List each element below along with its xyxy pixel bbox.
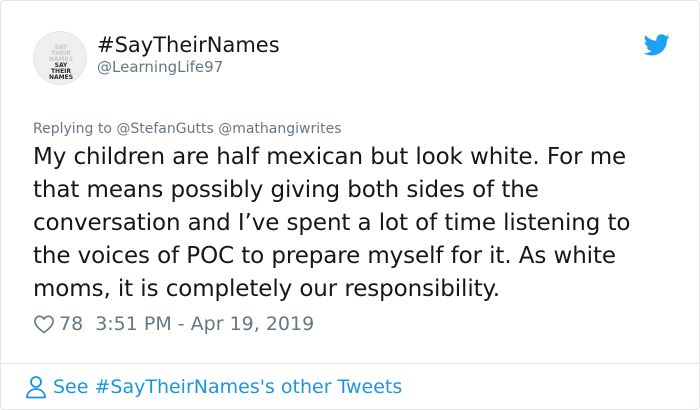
avatar[interactable]: SAY THEIR NAMES SAY THEIR NAMES (33, 31, 87, 85)
replying-prefix: Replying to (33, 121, 112, 137)
like-count[interactable]: 78 (59, 313, 83, 335)
mention-link[interactable]: @StefanGutts (116, 121, 213, 137)
person-icon (26, 376, 46, 399)
timestamp-link[interactable]: 3:51 PM - Apr 19, 2019 (95, 313, 314, 335)
embedded-tweet-card: SAY THEIR NAMES SAY THEIR NAMES #SayThei… (0, 0, 700, 410)
tweet-text: My children are half mexican but look wh… (33, 144, 631, 302)
divider (1, 363, 700, 364)
replying-to: Replying to @StefanGutts @mathangiwrites (33, 119, 342, 139)
display-name[interactable]: #SayTheirNames (97, 31, 280, 59)
mention-link[interactable]: @mathangiwrites (218, 121, 341, 137)
tweet-meta: 78 3:51 PM - Apr 19, 2019 (33, 311, 314, 337)
user-handle[interactable]: @LearningLife97 (97, 57, 223, 77)
heart-icon[interactable] (33, 313, 55, 335)
see-other-tweets-link[interactable]: See #SayTheirNames's other Tweets (25, 373, 402, 401)
see-other-tweets-label: See #SayTheirNames's other Tweets (53, 376, 403, 398)
twitter-bird-icon[interactable] (644, 34, 670, 56)
avatar-image: SAY THEIR NAMES SAY THEIR NAMES (34, 32, 86, 84)
svg-text:NAMES: NAMES (49, 74, 73, 81)
